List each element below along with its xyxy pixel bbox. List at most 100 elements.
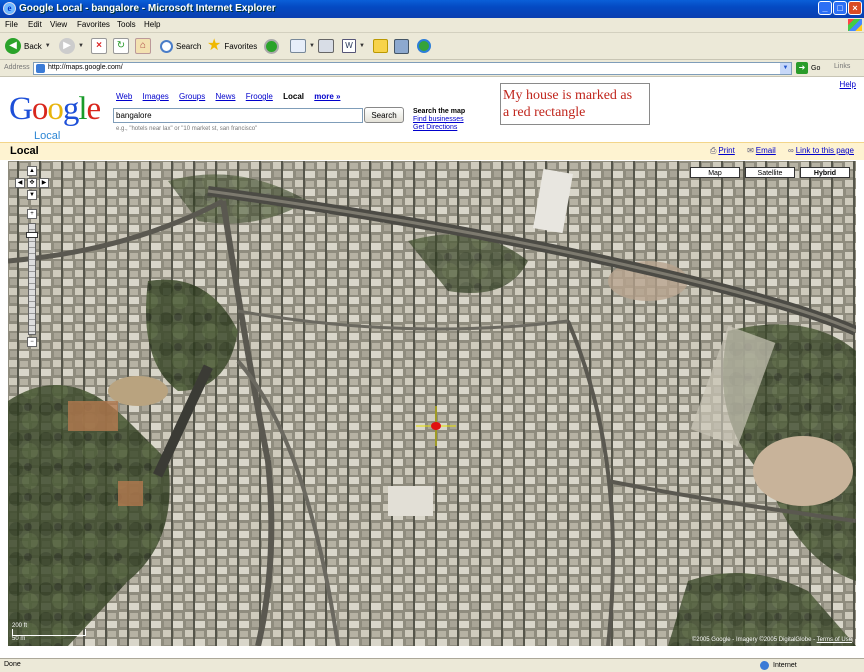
close-button[interactable]: ×	[848, 1, 862, 15]
get-directions-link[interactable]: Get Directions	[413, 124, 465, 132]
logo-letter: g	[62, 91, 79, 127]
google-local-logo[interactable]: Google Local	[9, 91, 101, 142]
search-submit-button[interactable]: Search	[364, 107, 404, 123]
stop-icon: ×	[91, 38, 107, 54]
search-button[interactable]: Search	[160, 37, 201, 55]
help-link[interactable]: Help	[840, 80, 856, 89]
address-label: Address	[4, 64, 30, 71]
word-icon: W	[342, 39, 356, 53]
product-nav: Web Images Groups News Froogle Local mor…	[116, 92, 348, 101]
nav-images[interactable]: Images	[143, 92, 169, 101]
page-icon	[36, 64, 45, 73]
stop-button[interactable]: ×	[91, 37, 107, 55]
discuss-button[interactable]	[373, 37, 388, 55]
copyright-text: ©2005 Google - Imagery ©2005 DigitalGlob…	[691, 637, 817, 643]
nav-more[interactable]: more »	[314, 92, 340, 101]
edit-button[interactable]: W ▼	[342, 37, 365, 55]
chevron-down-icon[interactable]: ▼	[359, 43, 365, 49]
menu-file[interactable]: File	[5, 20, 18, 29]
research-button[interactable]	[394, 37, 409, 55]
refresh-button[interactable]: ↻	[113, 37, 129, 55]
home-button[interactable]: ⌂	[135, 37, 151, 55]
chevron-down-icon[interactable]: ▼	[78, 43, 84, 49]
back-label: Back	[24, 41, 42, 51]
zoom-in-button[interactable]: +	[27, 209, 37, 219]
forward-arrow-icon: ▶	[59, 38, 75, 54]
zoom-out-button[interactable]: −	[27, 337, 37, 347]
menu-view[interactable]: View	[50, 20, 67, 29]
nav-froogle[interactable]: Froogle	[246, 92, 273, 101]
zoom-slider-thumb[interactable]	[26, 232, 38, 238]
mail-button[interactable]: ▼	[290, 37, 315, 55]
map-type-map[interactable]: Map	[690, 167, 740, 178]
location-marker	[416, 406, 456, 446]
menu-help[interactable]: Help	[144, 20, 160, 29]
zone-label: Internet	[773, 662, 797, 669]
pan-center-button[interactable]: ✥	[27, 178, 37, 188]
nav-news[interactable]: News	[215, 92, 235, 101]
search-icon	[160, 39, 173, 53]
title-bar: e Google Local - bangalore - Microsoft I…	[0, 0, 864, 18]
printer-icon: ⎙	[709, 146, 717, 155]
map-type-satellite[interactable]: Satellite	[745, 167, 795, 178]
zoom-slider[interactable]	[28, 223, 36, 335]
pan-down-button[interactable]: ▼	[27, 190, 37, 200]
toolbar: ◀ Back ▼ ▶ ▼ × ↻ ⌂ Search ★ Favorites ▼ …	[0, 33, 864, 60]
section-header: Local ⎙ Print ✉ Email ∞ Link to this page	[0, 142, 864, 160]
print-link[interactable]: Print	[718, 146, 734, 155]
pan-left-button[interactable]: ◀	[15, 178, 25, 188]
window-title: Google Local - bangalore - Microsoft Int…	[19, 3, 276, 14]
favorites-label: Favorites	[224, 41, 258, 51]
address-input[interactable]: http://maps.google.com/ ▼	[33, 62, 792, 75]
go-button[interactable]: ➜ Go	[793, 62, 820, 74]
nav-web[interactable]: Web	[116, 92, 132, 101]
satellite-imagery	[8, 161, 856, 646]
search-input[interactable]: bangalore	[113, 108, 363, 123]
links-button[interactable]: Links	[834, 63, 850, 70]
folder-icon	[373, 39, 388, 53]
history-icon	[264, 38, 279, 54]
section-actions: ⎙ Print ✉ Email ∞ Link to this page	[710, 146, 854, 156]
menu-tools[interactable]: Tools	[117, 20, 136, 29]
status-bar: Done Internet	[0, 658, 864, 672]
pan-right-button[interactable]: ▶	[39, 178, 49, 188]
star-icon: ★	[207, 37, 222, 54]
home-icon: ⌂	[135, 38, 151, 54]
annotation-box: My house is marked as a red rectangle	[500, 83, 650, 125]
terms-of-use-link[interactable]: Terms of Use	[817, 637, 852, 643]
chevron-down-icon[interactable]: ▼	[309, 43, 315, 49]
address-bar: Address http://maps.google.com/ ▼ ➜ Go L…	[0, 60, 864, 77]
link-icon: ∞	[788, 146, 794, 155]
print-button[interactable]	[318, 37, 334, 55]
chevron-down-icon[interactable]: ▼	[45, 43, 51, 49]
search-label: Search	[176, 41, 202, 51]
scale-bar: 200 ft 50 m	[12, 623, 86, 642]
satellite-map[interactable]: Map Satellite Hybrid ▲ ◀ ✥ ▶ ▼ + − 200 f…	[8, 161, 856, 646]
map-type-hybrid[interactable]: Hybrid	[800, 167, 850, 178]
history-button[interactable]	[264, 37, 279, 55]
nav-local: Local	[283, 92, 304, 101]
messenger-button[interactable]	[417, 37, 431, 55]
link-to-page[interactable]: Link to this page	[796, 146, 854, 155]
refresh-icon: ↻	[113, 38, 129, 54]
back-button[interactable]: ◀ Back ▼	[5, 37, 51, 55]
section-title: Local	[10, 145, 39, 157]
windows-logo-icon	[848, 19, 862, 31]
minimize-button[interactable]: _	[818, 1, 832, 15]
side-links: Search the map Find businesses Get Direc…	[413, 108, 465, 132]
forward-button[interactable]: ▶ ▼	[59, 37, 84, 55]
go-label: Go	[811, 64, 821, 72]
web-page: Help Google Local Web Images Groups News…	[0, 77, 864, 658]
find-businesses-link[interactable]: Find businesses	[413, 116, 465, 124]
status-text: Done	[4, 661, 21, 668]
chevron-down-icon[interactable]: ▼	[780, 63, 791, 74]
logo-letter: G	[9, 91, 33, 127]
printer-icon	[318, 39, 334, 53]
favorites-button[interactable]: ★ Favorites	[207, 37, 257, 55]
menu-edit[interactable]: Edit	[28, 20, 42, 29]
pan-up-button[interactable]: ▲	[27, 166, 37, 176]
email-link[interactable]: Email	[756, 146, 776, 155]
maximize-button[interactable]: □	[833, 1, 847, 15]
nav-groups[interactable]: Groups	[179, 92, 205, 101]
menu-favorites[interactable]: Favorites	[77, 20, 110, 29]
